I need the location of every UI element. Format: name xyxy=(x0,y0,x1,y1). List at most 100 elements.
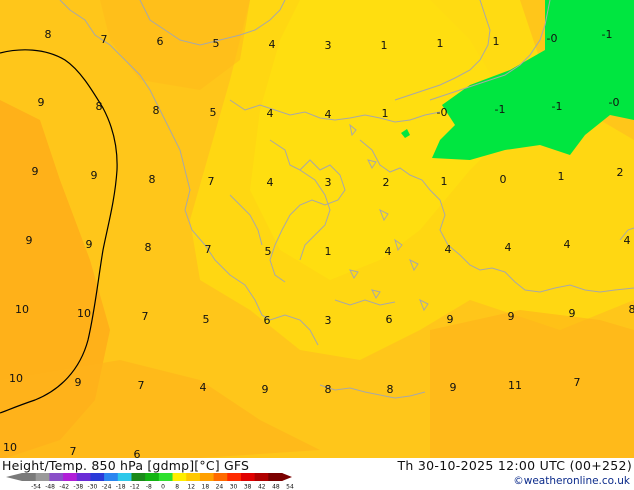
temperature-label: 1 xyxy=(325,245,332,258)
temperature-label: 1 xyxy=(493,35,500,48)
temperature-label: 3 xyxy=(325,314,332,327)
temperature-label: 4 xyxy=(267,176,274,189)
temperature-label: 8 xyxy=(325,383,332,396)
temperature-label: 7 xyxy=(208,175,215,188)
temperature-label: 10 xyxy=(77,307,91,320)
temperature-label: -0 xyxy=(609,96,620,109)
temperature-label: 8 xyxy=(387,383,394,396)
valid-datetime: Th 30-10-2025 12:00 UTC (00+252) xyxy=(397,458,632,473)
temperature-label: 9 xyxy=(569,307,576,320)
legend-swatch xyxy=(35,473,50,481)
legend-tick-label: 42 xyxy=(258,484,266,490)
legend-swatch xyxy=(158,473,174,481)
legend-swatch xyxy=(254,473,269,481)
temperature-label: 5 xyxy=(213,37,220,50)
temperature-label: 7 xyxy=(70,445,77,458)
temperature-label: 6 xyxy=(264,314,271,327)
temperature-label: 4 xyxy=(445,243,452,256)
legend-tick-label: 38 xyxy=(244,484,252,490)
temperature-label: 1 xyxy=(437,37,444,50)
legend-tick-label: -54 xyxy=(31,484,41,490)
temperature-label: 10 xyxy=(15,303,29,316)
legend-swatch xyxy=(22,473,37,481)
temperature-label: 4 xyxy=(267,107,274,120)
legend-tick-label: -12 xyxy=(130,484,140,490)
temperature-label: 9 xyxy=(91,169,98,182)
temperature-label: 2 xyxy=(617,166,624,179)
credit-link[interactable]: ©weatheronline.co.uk xyxy=(513,475,630,487)
temperature-label: 4 xyxy=(325,108,332,121)
legend-swatch xyxy=(227,473,242,481)
temperature-label: 0 xyxy=(500,173,507,186)
temperature-label: 1 xyxy=(558,170,565,183)
legend-swatch xyxy=(90,473,105,481)
temperature-label: 8 xyxy=(45,28,52,41)
legend-arrow-left xyxy=(6,473,22,481)
temperature-label: 9 xyxy=(75,376,82,389)
temperature-label: 10 xyxy=(3,441,17,454)
temperature-label: 9 xyxy=(26,234,33,247)
temperature-label: 1 xyxy=(441,175,448,188)
temperature-label: -0 xyxy=(547,32,558,45)
legend-ticks: -54 -48 -42 -38 -30 -24 -18 -12 -8 0 8 12 18 24 30 38 42… xyxy=(31,484,294,490)
temperature-label: 7 xyxy=(101,33,108,46)
legend-tick-label: 8 xyxy=(175,484,179,490)
legend-swatch xyxy=(63,473,78,481)
temperature-label: 7 xyxy=(142,310,149,323)
legend-bar xyxy=(6,473,292,481)
temperature-label: 8 xyxy=(145,241,152,254)
temperature-label: 10 xyxy=(9,372,23,385)
temperature-label: 4 xyxy=(505,241,512,254)
temperature-label: 7 xyxy=(574,376,581,389)
temperature-label: 9 xyxy=(38,96,45,109)
legend-tick-label: -30 xyxy=(88,484,98,490)
temperature-label: 6 xyxy=(157,35,164,48)
legend-tick-label: 12 xyxy=(187,484,195,490)
temperature-label: 1 xyxy=(381,39,388,52)
temperature-label: 3 xyxy=(325,39,332,52)
legend-swatch xyxy=(131,473,146,481)
warm-zone-orange-east xyxy=(430,310,634,458)
legend-tick-label: -48 xyxy=(45,484,55,490)
temperature-map: 8 7 6 5 4 3 1 1 1 -0 -19 8 8 5 4 4 1 -0 -1 -1 -09 9 8 7 4 3 2 1 0 1 29… xyxy=(0,0,634,490)
temperature-label: -0 xyxy=(437,106,448,119)
legend-swatch xyxy=(145,473,160,481)
temperature-label: 9 xyxy=(262,383,269,396)
legend-tick-label: 0 xyxy=(161,484,165,490)
temperature-label: 4 xyxy=(269,38,276,51)
legend-tick-label: 24 xyxy=(216,484,224,490)
temperature-label: 4 xyxy=(624,234,631,247)
legend-swatch xyxy=(186,473,201,481)
temperature-label: 1 xyxy=(382,107,389,120)
legend-swatch xyxy=(172,473,187,481)
temperature-label: 5 xyxy=(265,245,272,258)
color-legend: -54 -48 -42 -38 -30 -24 -18 -12 -8 0 8 12 18 24 30 38 42… xyxy=(6,473,294,490)
temperature-label: 9 xyxy=(508,310,515,323)
legend-tick-label: -42 xyxy=(59,484,69,490)
legend-tick-label: -18 xyxy=(116,484,126,490)
legend-tick-label: 54 xyxy=(286,484,294,490)
legend-swatch xyxy=(268,473,283,481)
temperature-label: 8 xyxy=(149,173,156,186)
temperature-label: 9 xyxy=(86,238,93,251)
legend-swatch xyxy=(49,473,64,481)
temperature-label: -1 xyxy=(602,28,613,41)
temperature-label: -1 xyxy=(495,103,506,116)
legend-swatch xyxy=(76,473,91,481)
legend-tick-label: 48 xyxy=(272,484,280,490)
temperature-label: 9 xyxy=(447,313,454,326)
legend-tick-label: -24 xyxy=(102,484,112,490)
temperature-label: 3 xyxy=(325,176,332,189)
temperature-label: 9 xyxy=(450,381,457,394)
legend-tick-label: 18 xyxy=(202,484,210,490)
temperature-label: 8 xyxy=(96,100,103,113)
temperature-label: 4 xyxy=(200,381,207,394)
temperature-label: 9 xyxy=(32,165,39,178)
legend-tick-label: 30 xyxy=(230,484,238,490)
temperature-label: 4 xyxy=(385,245,392,258)
temperature-label: 7 xyxy=(138,379,145,392)
temperature-label: 8 xyxy=(629,303,634,316)
temperature-label: 8 xyxy=(153,104,160,117)
temperature-label: 7 xyxy=(205,243,212,256)
temperature-label: 2 xyxy=(383,176,390,189)
